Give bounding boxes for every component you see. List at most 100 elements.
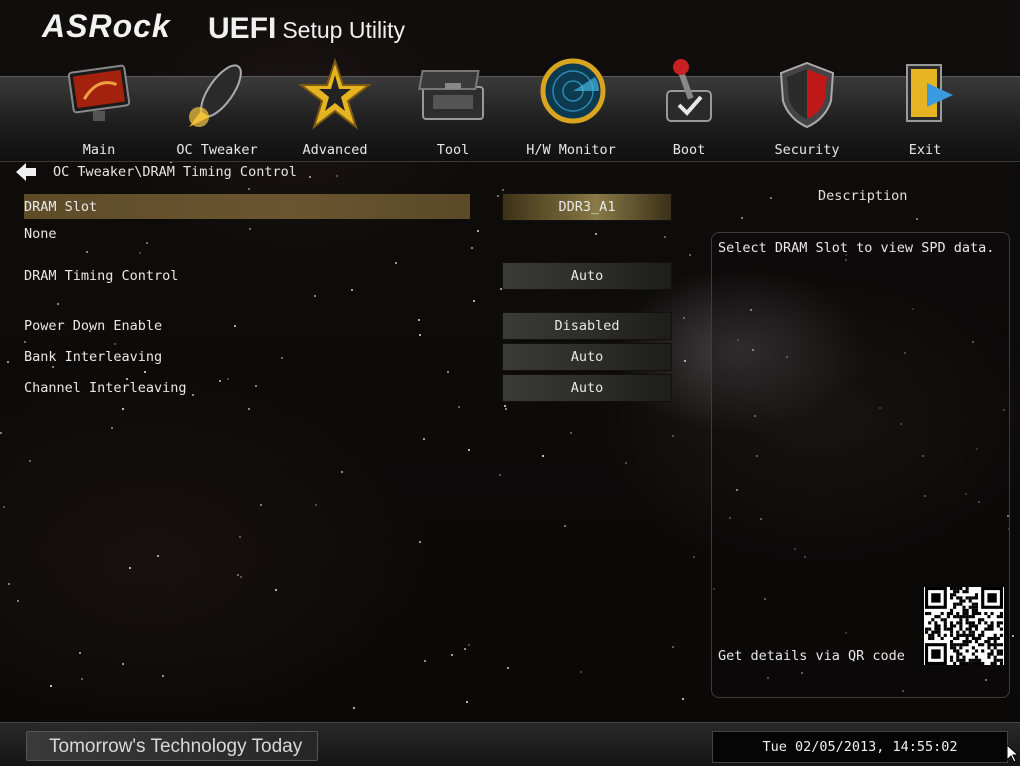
star bbox=[139, 252, 141, 254]
star bbox=[542, 455, 544, 457]
star bbox=[682, 698, 684, 700]
nav-label-hw-monitor: H/W Monitor bbox=[526, 142, 616, 158]
star bbox=[423, 438, 425, 440]
star bbox=[192, 394, 194, 396]
radar-icon bbox=[540, 58, 606, 124]
nav-item-exit[interactable]: Exit bbox=[866, 64, 984, 161]
star bbox=[504, 405, 506, 407]
star bbox=[353, 707, 355, 709]
star bbox=[240, 576, 242, 578]
nav-label-boot: Boot bbox=[672, 142, 706, 158]
star bbox=[466, 701, 468, 703]
star bbox=[477, 230, 479, 232]
star bbox=[227, 378, 229, 380]
nav-label-oc-tweaker: OC Tweaker bbox=[176, 142, 258, 158]
dram-slot-label: DRAM Slot bbox=[24, 199, 98, 215]
power-down-enable-label[interactable]: Power Down Enable bbox=[24, 318, 162, 334]
nav-item-hw-monitor[interactable]: H/W Monitor bbox=[512, 58, 630, 161]
star bbox=[281, 357, 283, 359]
qr-code-caption: Get details via QR code bbox=[718, 648, 905, 664]
description-title: Description bbox=[818, 188, 908, 204]
channel-interleaving-value-button[interactable]: Auto bbox=[502, 374, 672, 402]
dram-timing-control-label[interactable]: DRAM Timing Control bbox=[24, 268, 178, 284]
star bbox=[419, 334, 421, 336]
tagline: Tomorrow's Technology Today bbox=[26, 731, 318, 761]
star bbox=[424, 660, 426, 662]
top-nav-bar: Main OC Tweaker Advanced Tool H/W Monito… bbox=[0, 57, 1020, 162]
star bbox=[162, 675, 164, 677]
channel-interleaving-label[interactable]: Channel Interleaving bbox=[24, 380, 187, 396]
star bbox=[664, 236, 666, 238]
uefi-title-sub: Setup Utility bbox=[282, 17, 406, 43]
star bbox=[564, 525, 566, 527]
nav-label-main: Main bbox=[82, 142, 116, 158]
star bbox=[237, 574, 239, 576]
star bbox=[741, 217, 743, 219]
star bbox=[447, 371, 449, 373]
breadcrumb: OC Tweaker\DRAM Timing Control bbox=[53, 164, 297, 180]
nav-item-tool[interactable]: Tool bbox=[394, 70, 512, 161]
nav-label-tool: Tool bbox=[436, 142, 470, 158]
nav-item-advanced[interactable]: Advanced bbox=[276, 57, 394, 161]
star bbox=[418, 319, 420, 321]
star bbox=[114, 343, 116, 345]
star bbox=[8, 583, 10, 585]
nav-item-boot[interactable]: Boot bbox=[630, 59, 748, 161]
uefi-title: UEFI Setup Utility bbox=[208, 12, 405, 46]
power-down-enable-value-button[interactable]: Disabled bbox=[502, 312, 672, 340]
star bbox=[144, 371, 146, 373]
star bbox=[0, 432, 2, 434]
toolbox-icon bbox=[418, 70, 484, 120]
star bbox=[672, 435, 674, 437]
nav-item-security[interactable]: Security bbox=[748, 61, 866, 161]
star bbox=[146, 242, 148, 244]
shield-icon bbox=[779, 61, 835, 129]
asrock-logo: ASRock bbox=[42, 8, 171, 44]
uefi-title-main: UEFI bbox=[208, 12, 277, 45]
star bbox=[111, 427, 113, 429]
nav-label-security: Security bbox=[774, 142, 840, 158]
bank-interleaving-label[interactable]: Bank Interleaving bbox=[24, 349, 162, 365]
nav-item-oc-tweaker[interactable]: OC Tweaker bbox=[158, 64, 276, 161]
star bbox=[248, 188, 250, 190]
star bbox=[499, 474, 501, 476]
monitor-icon bbox=[67, 64, 131, 121]
star bbox=[81, 678, 83, 680]
star bbox=[625, 462, 627, 464]
star bbox=[505, 408, 507, 410]
star bbox=[464, 648, 466, 650]
star bbox=[255, 385, 257, 387]
star-icon bbox=[298, 57, 372, 130]
star bbox=[683, 317, 685, 319]
star bbox=[315, 504, 317, 506]
dram-timing-control-value-button[interactable]: Auto bbox=[502, 262, 672, 290]
datetime-display: Tue 02/05/2013, 14:55:02 bbox=[712, 731, 1008, 763]
star bbox=[595, 233, 597, 235]
star bbox=[239, 536, 241, 538]
nav-label-exit: Exit bbox=[908, 142, 942, 158]
star bbox=[314, 295, 316, 297]
bank-interleaving-value-button[interactable]: Auto bbox=[502, 343, 672, 371]
star bbox=[570, 432, 572, 434]
star bbox=[1012, 635, 1014, 637]
star bbox=[17, 600, 19, 602]
mouse-cursor-icon bbox=[1007, 745, 1019, 763]
star bbox=[260, 504, 262, 506]
star bbox=[29, 460, 31, 462]
nav-item-main[interactable]: Main bbox=[40, 64, 158, 161]
description-text: Select DRAM Slot to view SPD data. bbox=[718, 240, 995, 256]
star bbox=[689, 254, 691, 256]
dram-slot-value-button[interactable]: DDR3_A1 bbox=[502, 193, 672, 221]
back-arrow-icon[interactable] bbox=[16, 163, 36, 181]
exit-door-icon bbox=[906, 64, 953, 122]
star bbox=[693, 556, 695, 558]
star bbox=[7, 361, 9, 363]
qr-code-icon[interactable] bbox=[924, 587, 1004, 665]
star bbox=[497, 195, 499, 197]
star bbox=[309, 176, 311, 178]
star bbox=[770, 197, 772, 199]
star bbox=[3, 506, 5, 508]
star bbox=[351, 289, 353, 291]
rocket-icon bbox=[189, 64, 242, 127]
star bbox=[468, 644, 470, 646]
